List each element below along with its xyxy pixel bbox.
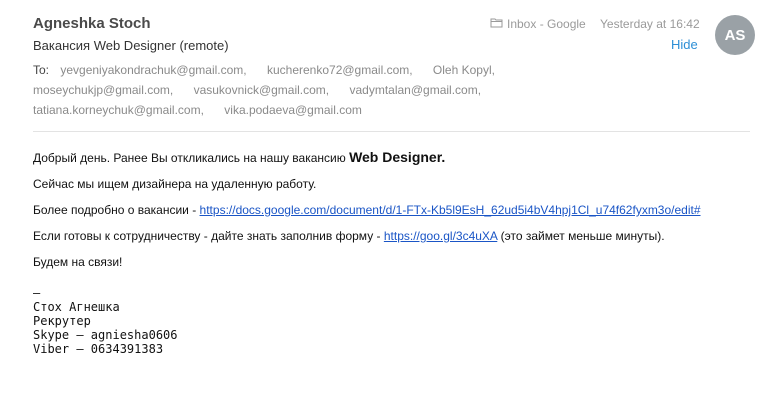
hide-details-link[interactable]: Hide (671, 37, 698, 52)
mailbox-name: Inbox - Google (507, 17, 586, 31)
signature-dash: — (33, 286, 41, 300)
recipients-list: To: yevgeniyakondrachuk@gmail.com, kuche… (33, 60, 593, 120)
body-greeting: Добрый день. Ранее Вы откликались на наш… (33, 149, 753, 165)
form-link[interactable]: https://goo.gl/3c4uXA (384, 229, 497, 243)
email-datetime: Yesterday at 16:42 (600, 17, 700, 31)
body-line-remote: Сейчас мы ищем дизайнера на удаленную ра… (33, 177, 317, 191)
details-text: Более подробно о вакансии - (33, 203, 200, 217)
recipient-address[interactable]: vika.podaeva@gmail.com (224, 103, 362, 117)
to-label: To: (33, 63, 50, 77)
body-line-form: Если готовы к сотрудничеству - дайте зна… (33, 230, 753, 243)
greeting-bold: Web Designer. (349, 149, 446, 165)
sender-name: Agneshka Stoch (33, 15, 151, 32)
header-divider (33, 131, 750, 132)
signature-name: Стох Агнешка (33, 300, 120, 314)
avatar: AS (715, 15, 755, 55)
recipient-address[interactable]: vadymtalan@gmail.com, (349, 83, 481, 97)
form-text: Если готовы к сотрудничеству - дайте зна… (33, 229, 384, 243)
greeting-text: Добрый день. Ранее Вы откликались на наш… (33, 151, 350, 165)
email-body: Добрый день. Ранее Вы откликались на наш… (33, 149, 753, 356)
recipient-address[interactable]: Oleh Kopyl, (433, 63, 495, 77)
recipient-address[interactable]: yevgeniyakondrachuk@gmail.com, (60, 63, 246, 77)
signature-skype: Skype — agniesha0606 (33, 328, 178, 342)
mailbox-label: Inbox - Google (490, 17, 586, 31)
recipient-address[interactable]: vasukovnick@gmail.com, (194, 83, 330, 97)
body-closing: Будем на связи! (33, 255, 123, 269)
body-line-details: Более подробно о вакансии - https://docs… (33, 204, 753, 217)
folder-icon (490, 17, 507, 31)
form-suffix: (это займет меньше минуты). (497, 229, 665, 243)
signature-viber: Viber — 0634391383 (33, 342, 164, 356)
recipient-address[interactable]: tatiana.korneychuk@gmail.com, (33, 103, 204, 117)
vacancy-doc-link[interactable]: https://docs.google.com/document/d/1-FTx… (200, 203, 701, 217)
signature: — Стох Агнешка Рекрутер Skype — agniesha… (33, 286, 753, 356)
signature-role: Рекрутер (33, 314, 91, 328)
email-subject: Вакансия Web Designer (remote) (33, 38, 229, 53)
recipient-address[interactable]: kucherenko72@gmail.com, (267, 63, 413, 77)
recipient-address[interactable]: moseychukjp@gmail.com, (33, 83, 173, 97)
